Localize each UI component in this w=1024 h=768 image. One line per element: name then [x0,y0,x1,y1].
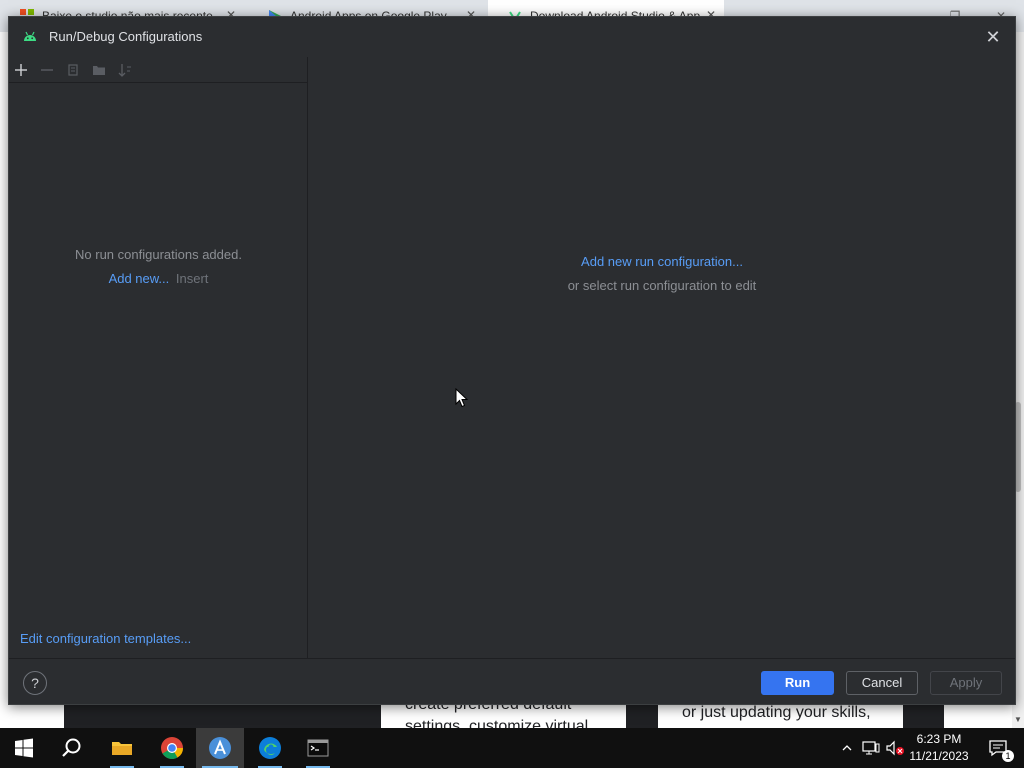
folder-icon [112,742,132,755]
windows-taskbar: 6:23 PM 11/21/2023 1 [0,728,1024,768]
configurations-toolbar [9,57,308,83]
run-button[interactable]: Run [761,671,834,695]
add-configuration-button[interactable] [11,60,31,80]
android-studio-icon [209,737,231,759]
windows-icon [15,738,33,758]
taskbar-clock[interactable]: 6:23 PM 11/21/2023 [902,731,976,765]
empty-list-message: No run configurations added. Add new... … [9,247,308,286]
sort-icon [118,64,131,77]
chrome-icon [161,737,183,759]
clock-date: 11/21/2023 [909,749,969,763]
no-configurations-text: No run configurations added. [75,247,242,262]
copy-icon [68,64,78,76]
dialog-title: Run/Debug Configurations [49,29,203,44]
android-studio-button[interactable] [196,728,244,768]
folder-icon [93,66,105,75]
edge-button[interactable] [246,728,294,768]
edge-icon [259,737,281,759]
configurations-list-panel: No run configurations added. Add new... … [9,57,308,658]
mouse-pointer-icon [455,388,469,408]
apply-button[interactable]: Apply [930,671,1002,695]
run-debug-configurations-dialog: Run/Debug Configurations ✕ No run config… [8,16,1016,705]
clock-time: 6:23 PM [916,732,962,746]
scroll-down-icon[interactable]: ▼ [1014,715,1022,724]
help-button[interactable]: ? [23,671,47,695]
add-new-link[interactable]: Add new... [109,271,170,286]
select-configuration-hint: or select run configuration to edit [567,278,757,293]
page-card-text: or just updating your skills, [682,704,871,721]
move-to-folder-button[interactable] [89,60,109,80]
dialog-button-bar: ? Run Cancel Apply [9,658,1015,706]
empty-details-message: Add new run configuration... or select r… [309,254,1015,293]
network-icon[interactable] [860,728,882,768]
notification-count-badge: 1 [1002,750,1014,762]
configuration-details-panel: Add new run configuration... or select r… [309,57,1015,658]
minus-icon [41,69,53,71]
terminal-icon [307,739,329,757]
android-icon [24,31,36,41]
copy-configuration-button[interactable] [63,60,83,80]
plus-icon [15,64,27,76]
add-new-run-configuration-link[interactable]: Add new run configuration... [309,254,1015,269]
edit-configuration-templates-link[interactable]: Edit configuration templates... [20,631,191,646]
start-button[interactable] [0,728,48,768]
add-new-row: Add new... Insert [9,271,308,286]
cancel-button[interactable]: Cancel [846,671,918,695]
sort-configurations-button[interactable] [115,60,135,80]
remove-configuration-button[interactable] [37,60,57,80]
dialog-title-bar[interactable]: Run/Debug Configurations ✕ [9,17,1015,57]
terminal-button[interactable] [294,728,342,768]
action-center-button[interactable]: 1 [978,728,1018,768]
search-button[interactable] [48,728,96,768]
chevron-up-icon[interactable] [838,728,856,768]
search-icon [62,738,81,757]
file-explorer-button[interactable] [98,728,146,768]
close-button[interactable]: ✕ [981,25,1005,49]
chrome-button[interactable] [148,728,196,768]
shortcut-hint: Insert [175,271,209,286]
